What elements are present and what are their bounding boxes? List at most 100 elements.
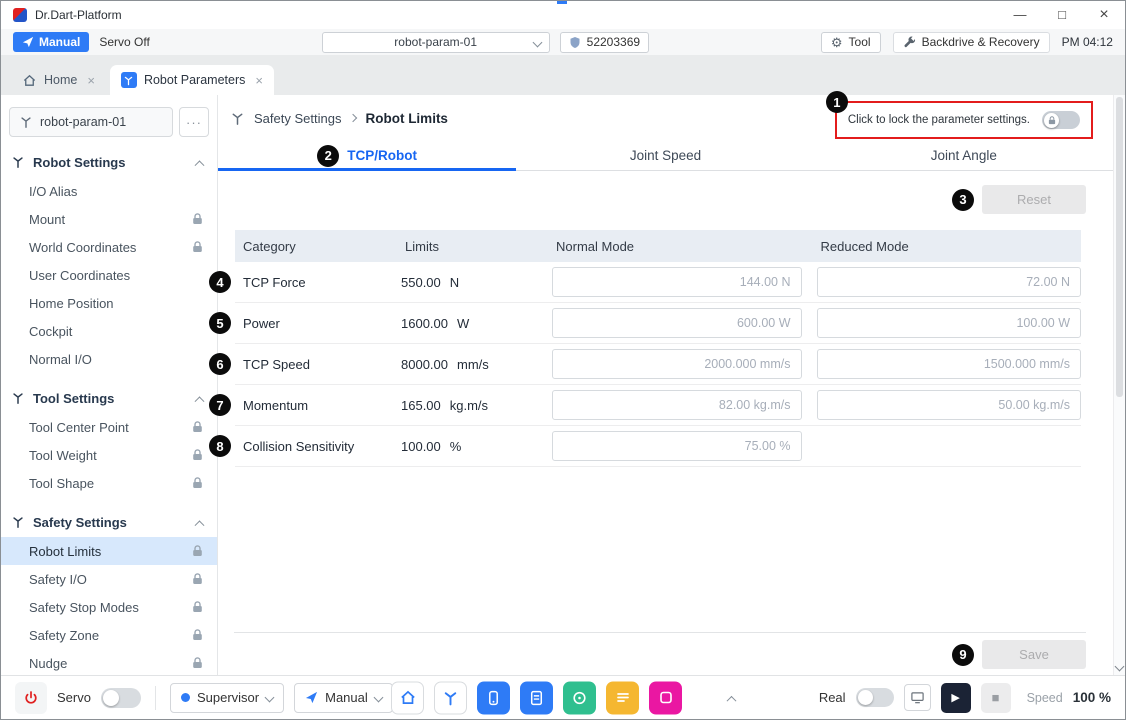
manual-icon — [22, 36, 34, 48]
log-app-icon[interactable] — [606, 681, 639, 714]
tab-robot-parameters[interactable]: Robot Parameters × — [110, 65, 274, 95]
tool-button[interactable]: ⚙ Tool — [821, 32, 881, 53]
scrollbar-thumb[interactable] — [1116, 97, 1123, 397]
close-tab-icon[interactable]: × — [84, 73, 95, 88]
sidebar-item-tool-weight[interactable]: Tool Weight — [1, 441, 217, 469]
robot-parameters-app-icon[interactable] — [434, 681, 467, 714]
annotation-badge-8: 8 — [209, 435, 231, 457]
sidebar-item-robot-limits[interactable]: Robot Limits — [1, 537, 217, 565]
lock-icon — [192, 241, 203, 253]
sidebar-item-mount[interactable]: Mount — [1, 205, 217, 233]
more-options-button[interactable]: ··· — [179, 107, 209, 137]
document-app-icon[interactable] — [520, 681, 553, 714]
sidebar-section-tool-settings[interactable]: Tool Settings — [1, 383, 217, 413]
settings-icon — [230, 111, 245, 126]
lock-icon — [192, 657, 203, 669]
power-button[interactable] — [15, 682, 47, 714]
close-button[interactable]: × — [1083, 1, 1125, 29]
normal-mode-input[interactable] — [552, 267, 802, 297]
sidebar-item-nudge[interactable]: Nudge — [1, 649, 217, 675]
chevron-down-icon — [265, 693, 275, 703]
lock-icon — [192, 421, 203, 433]
servo-label: Servo — [57, 690, 91, 705]
normal-mode-input[interactable] — [552, 431, 802, 461]
normal-mode-input[interactable] — [552, 390, 802, 420]
annotation-badge-1: 1 — [826, 91, 848, 113]
sidebar-section-safety-settings[interactable]: Safety Settings — [1, 507, 217, 537]
maximize-button[interactable]: □ — [1041, 1, 1083, 29]
lock-parameters-toggle[interactable] — [1042, 111, 1080, 129]
home-app-icon[interactable] — [391, 681, 424, 714]
bottombar: Servo Supervisor Manual Real ▶ — [1, 675, 1125, 719]
reduced-mode-input[interactable] — [817, 390, 1082, 420]
table-row-tcp-force: 4 TCP Force 550.00N — [235, 262, 1081, 303]
annotation-badge-6: 6 — [209, 353, 231, 375]
sidebar-item-tool-center-point[interactable]: Tool Center Point — [1, 413, 217, 441]
tab-joint-angle[interactable]: Joint Angle — [815, 141, 1113, 170]
column-header-category: Category — [235, 239, 401, 254]
dock-collapse-icon[interactable] — [727, 695, 737, 705]
titlebar: Dr.Dart-Platform — □ × — [1, 1, 1125, 29]
main-panel: Safety Settings Robot Limits 1 Click to … — [218, 95, 1113, 675]
column-header-normal-mode: Normal Mode — [552, 239, 817, 254]
sidebar-item-io-alias[interactable]: I/O Alias — [1, 177, 217, 205]
module-app-icon[interactable] — [649, 681, 682, 714]
sidebar: robot-param-01 ··· Robot Settings I/O Al… — [1, 95, 218, 675]
sidebar-item-normal-io[interactable]: Normal I/O — [1, 345, 217, 373]
window-title: Dr.Dart-Platform — [35, 8, 122, 22]
close-tab-icon[interactable]: × — [252, 73, 263, 88]
manual-icon — [305, 691, 318, 704]
virtual-display-button[interactable] — [904, 684, 931, 711]
column-header-limits: Limits — [401, 239, 552, 254]
tab-tcp-robot[interactable]: 2 TCP/Robot — [218, 141, 516, 170]
speed-label: Speed — [1027, 691, 1063, 705]
real-mode-toggle[interactable] — [856, 688, 894, 707]
tab-home[interactable]: Home × — [11, 65, 106, 95]
monitor-app-icon[interactable] — [563, 681, 596, 714]
reduced-mode-input[interactable] — [817, 267, 1082, 297]
save-button[interactable]: Save — [982, 640, 1086, 669]
lock-icon — [192, 629, 203, 641]
pendant-app-icon[interactable] — [477, 681, 510, 714]
param-file-select[interactable]: robot-param-01 — [322, 32, 550, 53]
settings-icon — [11, 155, 25, 169]
chevron-right-icon — [349, 114, 357, 122]
sidebar-item-world-coordinates[interactable]: World Coordinates — [1, 233, 217, 261]
column-header-reduced-mode: Reduced Mode — [817, 239, 1082, 254]
vertical-scrollbar[interactable] — [1113, 95, 1125, 675]
play-button[interactable]: ▶ — [941, 683, 971, 713]
sidebar-item-user-coordinates[interactable]: User Coordinates — [1, 261, 217, 289]
sidebar-section-robot-settings[interactable]: Robot Settings — [1, 147, 217, 177]
minimize-button[interactable]: — — [999, 1, 1041, 29]
speed-value[interactable]: 100 % — [1073, 690, 1111, 705]
sidebar-item-home-position[interactable]: Home Position — [1, 289, 217, 317]
servo-toggle[interactable] — [101, 688, 141, 708]
annotation-badge-3: 3 — [952, 189, 974, 211]
param-name-box[interactable]: robot-param-01 — [9, 107, 173, 137]
sidebar-item-tool-shape[interactable]: Tool Shape — [1, 469, 217, 497]
reduced-mode-input[interactable] — [817, 308, 1082, 338]
sidebar-item-cockpit[interactable]: Cockpit — [1, 317, 217, 345]
tab-joint-speed[interactable]: Joint Speed — [516, 141, 814, 170]
sidebar-item-safety-io[interactable]: Safety I/O — [1, 565, 217, 593]
chevron-down-icon — [373, 693, 383, 703]
app-dock — [391, 681, 735, 714]
annotation-badge-7: 7 — [209, 394, 231, 416]
sidebar-item-safety-stop-modes[interactable]: Safety Stop Modes — [1, 593, 217, 621]
stop-button[interactable]: ■ — [981, 683, 1011, 713]
scrollbar-down-icon[interactable] — [1115, 662, 1125, 672]
reset-button[interactable]: Reset — [982, 185, 1086, 214]
manual-mode-button[interactable]: Manual — [13, 32, 89, 52]
backdrive-recovery-button[interactable]: Backdrive & Recovery — [893, 32, 1050, 53]
lock-icon — [192, 573, 203, 585]
reduced-mode-input[interactable] — [817, 349, 1082, 379]
lock-parameters-banner: 1 Click to lock the parameter settings. — [835, 101, 1093, 139]
normal-mode-input[interactable] — [552, 349, 802, 379]
limits-table: Category Limits Normal Mode Reduced Mode… — [235, 230, 1081, 467]
operation-mode-select[interactable]: Manual — [294, 683, 393, 713]
app-logo-icon — [13, 8, 27, 22]
sidebar-item-safety-zone[interactable]: Safety Zone — [1, 621, 217, 649]
normal-mode-input[interactable] — [552, 308, 802, 338]
lock-icon — [192, 449, 203, 461]
role-select[interactable]: Supervisor — [170, 683, 284, 713]
